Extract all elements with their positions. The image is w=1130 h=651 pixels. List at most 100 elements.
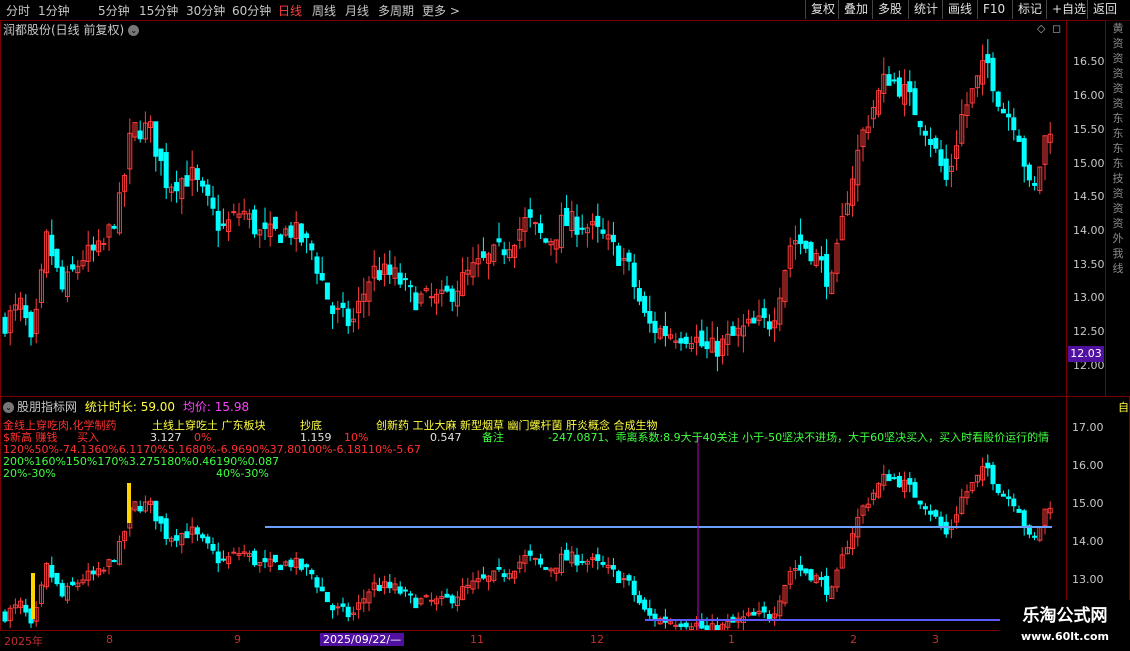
indicator-candle-body	[912, 482, 918, 498]
indicator-candle-body	[330, 605, 336, 611]
indicator-candle-body	[714, 625, 720, 630]
candle-body	[278, 234, 284, 243]
main-price-axis	[1066, 20, 1106, 397]
indicator-candle-body	[501, 573, 507, 578]
signal-bar	[127, 483, 131, 523]
indicator-price-label: 16.00	[1072, 459, 1104, 472]
candle-body	[215, 210, 221, 231]
indicator-candle-body	[922, 506, 928, 510]
indicator-candle-body	[428, 599, 434, 602]
candle-body	[699, 330, 705, 347]
candle-body	[413, 292, 419, 311]
candle-body	[928, 138, 934, 146]
candle-body	[532, 222, 538, 225]
indicator-candle-body	[631, 580, 637, 596]
side-strip-char: 黄	[1112, 22, 1124, 35]
candle-body	[2, 316, 8, 334]
indicator-candle-body	[917, 500, 923, 505]
candle-body	[714, 340, 720, 357]
watermark-url: www.60lt.com	[1020, 630, 1110, 643]
candle-body	[595, 215, 601, 227]
side-strip-char: 资	[1112, 217, 1124, 230]
candle-body	[28, 311, 34, 338]
candle-body	[49, 234, 55, 257]
candle-body	[231, 211, 237, 214]
indicator-candle-body	[818, 577, 824, 580]
candle-body	[943, 158, 949, 180]
price-label: 13.50	[1073, 258, 1105, 271]
indicator-candle-body	[907, 478, 913, 485]
side-strip-char: 我	[1112, 247, 1124, 260]
indicator-candle-body	[408, 593, 414, 596]
indicator-candle-body	[1006, 496, 1012, 499]
indicator-candle-body	[387, 581, 393, 589]
candle-body	[163, 152, 169, 189]
date-label: 2	[850, 633, 857, 646]
candle-body	[153, 121, 159, 157]
candle-body	[678, 338, 684, 344]
candle-body	[662, 326, 668, 337]
candle-body	[220, 223, 226, 226]
back-button[interactable]: 返回	[1087, 0, 1122, 19]
candle-body	[397, 272, 403, 285]
candle-body	[387, 264, 393, 275]
indicator-candle-body	[90, 570, 96, 575]
price-label: 14.50	[1073, 190, 1105, 203]
candle-body	[449, 288, 455, 302]
date-label: 1	[728, 633, 735, 646]
side-strip-char: 东	[1112, 112, 1124, 125]
indicator-candle-body	[413, 597, 419, 609]
indicator-candle-body	[194, 527, 200, 535]
candle-body	[174, 182, 180, 192]
indicator-candle-body	[824, 575, 830, 595]
candle-body	[995, 91, 1001, 107]
indicator-candle-body	[376, 584, 382, 591]
indicator-candle-body	[59, 583, 65, 597]
candle-body	[330, 305, 336, 314]
candle-body	[111, 225, 117, 229]
candle-body	[402, 278, 408, 281]
indicator-candle-body	[23, 604, 29, 613]
indicator-candle-body	[636, 595, 642, 604]
candle-body	[101, 242, 107, 245]
indicator-candle-body	[298, 558, 304, 570]
date-label: 11	[470, 633, 484, 646]
indicator-candle-body	[928, 510, 934, 515]
indicator-candle-body	[886, 474, 892, 482]
date-label: 3	[932, 633, 939, 646]
indicator-candle-body	[626, 575, 632, 581]
candle-body	[538, 223, 544, 233]
candle-body	[636, 288, 642, 302]
indicator-candle-body	[480, 574, 486, 579]
date-label: 12	[590, 633, 604, 646]
candle-body	[761, 308, 767, 318]
indicator-candle-body	[595, 554, 601, 561]
indicator-candle-body	[678, 623, 684, 627]
indicator-candle-body	[579, 561, 585, 564]
candle-body	[288, 225, 294, 238]
candle-body	[543, 238, 549, 243]
side-strip-char: 资	[1112, 82, 1124, 95]
indicator-candle-body	[309, 569, 315, 575]
candle-body	[54, 248, 60, 268]
candle-body	[938, 149, 944, 166]
candlestick-chart[interactable]	[0, 0, 1066, 630]
indicator-candle-body	[574, 554, 580, 566]
indicator-candle-body	[532, 557, 538, 560]
candle-body	[428, 296, 434, 299]
indicator-candle-body	[70, 581, 76, 586]
indicator-candle-body	[397, 586, 403, 594]
price-label: 13.00	[1073, 291, 1105, 304]
indicator-candle-body	[205, 536, 211, 544]
side-strip-char: 东	[1112, 157, 1124, 170]
side-strip-char: 技	[1112, 172, 1124, 185]
indicator-price-label: 15.00	[1072, 497, 1104, 510]
side-strip-char: 资	[1112, 97, 1124, 110]
price-label: 14.00	[1073, 224, 1105, 237]
indicator-candle-body	[642, 599, 648, 610]
candle-body	[309, 243, 315, 251]
candle-body	[808, 242, 814, 262]
side-strip-char: 东	[1112, 142, 1124, 155]
candle-body	[824, 253, 830, 287]
indicator-candle-body	[933, 510, 939, 517]
